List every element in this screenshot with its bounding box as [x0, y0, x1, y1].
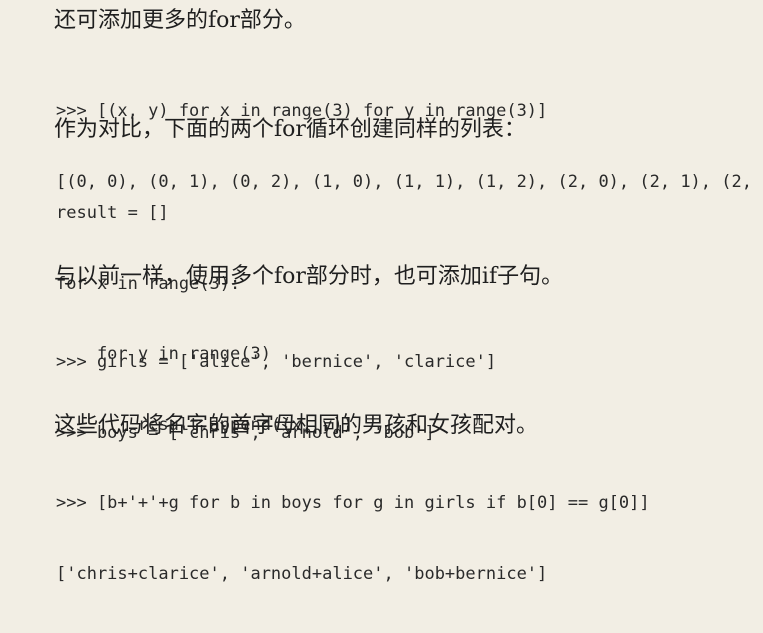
paragraph-more-for-clauses: 还可添加更多的for部分。 [54, 8, 306, 33]
code-line: result = [] [56, 203, 169, 223]
paragraph-comparison: 作为对比，下面的两个for循环创建同样的列表： [54, 117, 526, 142]
code-line: >>> girls = ['alice', 'bernice', 'claric… [56, 352, 497, 372]
code-block-girls-boys: >>> girls = ['alice', 'bernice', 'claric… [56, 304, 650, 633]
document-page: 还可添加更多的for部分。 >>> [(x, y) for x in range… [0, 0, 763, 584]
paragraph-if-clause: 与以前一样，使用多个for部分时，也可添加if子句。 [54, 264, 564, 289]
paragraph-pairing-explanation: 这些代码将名字的首字母相同的男孩和女孩配对。 [54, 413, 539, 438]
code-line: ['chris+clarice', 'arnold+alice', 'bob+b… [56, 563, 548, 584]
code-line: >>> [b+'+'+g for b in boys for g in girl… [56, 493, 650, 513]
